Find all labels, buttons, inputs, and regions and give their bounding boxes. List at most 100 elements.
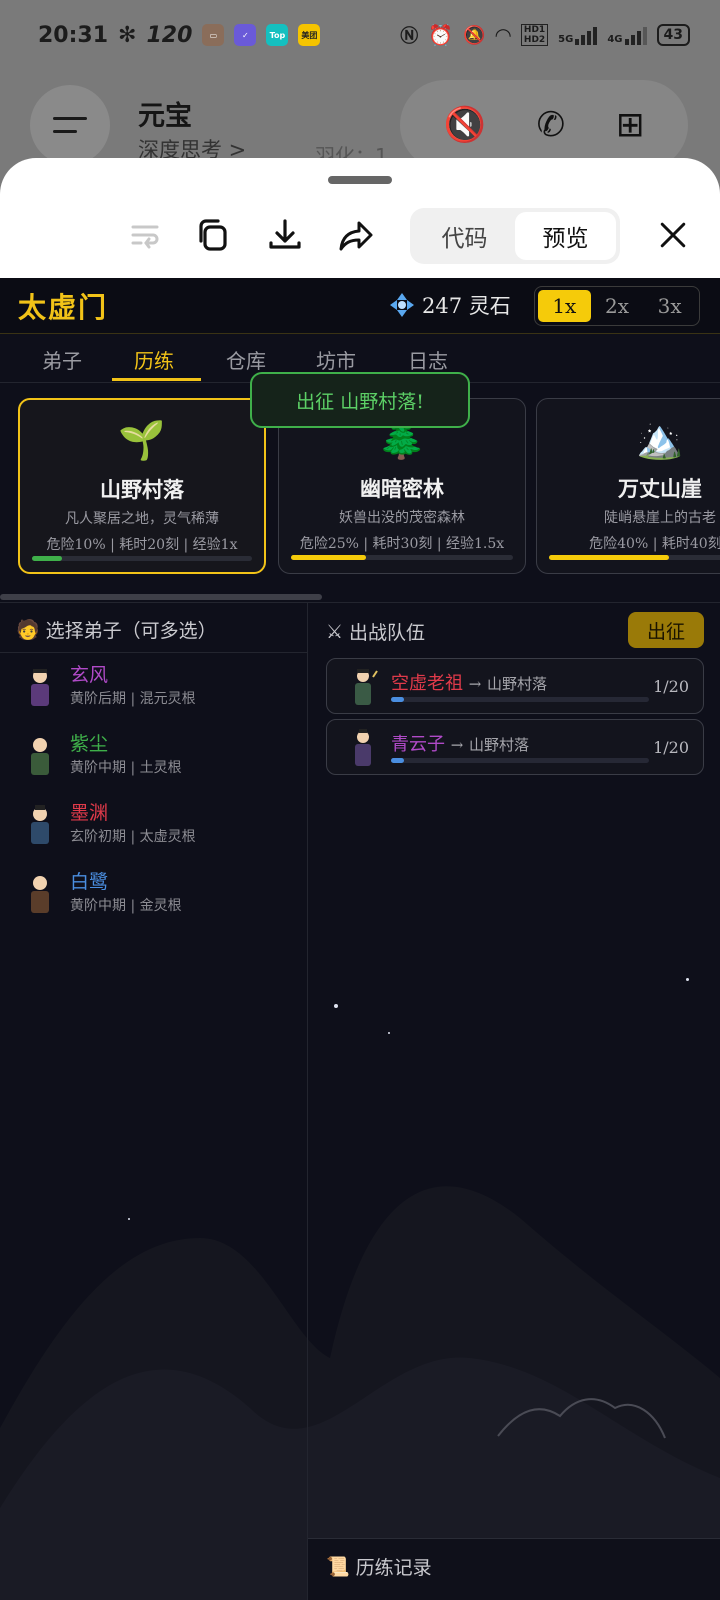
location-name: 万丈山崖 xyxy=(618,476,702,501)
dispatch-button[interactable]: 出征 xyxy=(628,612,704,648)
speed-2x[interactable]: 2x xyxy=(591,290,644,322)
speed-1x[interactable]: 1x xyxy=(538,290,591,322)
mute-speaker-icon[interactable]: 🔇 xyxy=(443,105,485,145)
bot-name: 元宝 xyxy=(138,101,192,132)
tab-preview[interactable]: 预览 xyxy=(515,212,616,260)
disciple-avatar-icon xyxy=(31,876,49,913)
task-app-icon: ✓ xyxy=(234,24,257,46)
download-icon xyxy=(269,219,301,249)
close-icon xyxy=(660,222,686,248)
disciple-name: 紫尘 xyxy=(70,733,109,755)
signal-bars-icon xyxy=(624,25,647,45)
wrap-lines-icon xyxy=(131,225,159,249)
active-tab-indicator xyxy=(112,378,201,381)
team-member-avatar-icon xyxy=(355,669,378,705)
game-header: 太虚门 247 灵石 1x 2x 3x xyxy=(0,278,720,334)
menu-icon xyxy=(53,117,87,120)
danger-bar xyxy=(32,556,252,561)
share-icon xyxy=(339,221,373,251)
gem-icon xyxy=(390,293,414,317)
disciple-item[interactable]: 紫尘 黄阶中期 | 土灵根 xyxy=(22,729,302,789)
disciple-info: 玄阶初期 | 太虚灵根 xyxy=(70,829,196,845)
sheet-drag-handle[interactable] xyxy=(328,176,392,184)
team-member-line: 青云子 → 山野村落 xyxy=(391,730,529,756)
team-destination: 山野村落 xyxy=(469,736,530,754)
menu-button[interactable] xyxy=(30,85,110,165)
preview-sheet: 代码 预览 太虚门 247 灵石 1x 2x 3x 弟子 历练 仓库 坊市 日志… xyxy=(0,158,720,1600)
arrow-icon: → xyxy=(450,736,464,754)
star xyxy=(686,978,689,981)
status-time: 20:31 xyxy=(38,22,109,48)
disciple-avatar-icon xyxy=(31,738,49,775)
spirit-stone-text: 247 灵石 xyxy=(422,294,511,318)
status-bar: 20:31 ✻ 120 ▭ ✓ Top 美团 Ⓝ ⏰ 🔕 ◠ HD1 HD2 5G… xyxy=(0,0,720,70)
signal-4g: 4G xyxy=(607,25,647,45)
copy-icon xyxy=(199,219,227,251)
location-name: 幽暗密林 xyxy=(360,476,444,501)
sect-name: 太虚门 xyxy=(18,291,109,324)
new-chat-icon[interactable]: ⊞ xyxy=(616,105,645,145)
copy-button[interactable] xyxy=(188,210,238,260)
disciple-item[interactable]: 玄风 黄阶后期 | 混元灵根 xyxy=(22,660,302,720)
alarm-icon: ⏰ xyxy=(428,23,454,47)
location-stats: 危险40% | 耗时40刻 | xyxy=(589,536,720,552)
disciple-item[interactable]: 墨渊 玄阶初期 | 太虚灵根 xyxy=(22,798,302,858)
location-card-cliff[interactable]: 🏔️ 万丈山崖 陡峭悬崖上的古老 危险40% | 耗时40刻 | xyxy=(536,398,720,574)
tab-training[interactable]: 历练 xyxy=(134,345,174,374)
tab-code[interactable]: 代码 xyxy=(414,212,515,260)
disciple-avatar-icon xyxy=(31,805,49,844)
team-member-avatar-icon xyxy=(355,729,371,766)
divider xyxy=(307,603,308,1600)
download-button[interactable] xyxy=(260,210,310,260)
share-button[interactable] xyxy=(332,210,382,260)
close-button[interactable] xyxy=(650,212,696,258)
disciple-name: 白鹭 xyxy=(70,871,109,893)
team-header: ⚔ 出战队伍 xyxy=(326,618,425,645)
divider xyxy=(0,652,307,653)
team-member-name: 空虚老祖 xyxy=(391,673,463,694)
team-progress-count: 1/20 xyxy=(653,738,689,757)
disciple-item[interactable]: 白鹭 黄阶中期 | 金灵根 xyxy=(22,867,302,927)
refresh-rate: 120 xyxy=(146,22,193,48)
tab-warehouse[interactable]: 仓库 xyxy=(226,345,266,374)
danger-bar xyxy=(291,555,513,560)
tab-disciples[interactable]: 弟子 xyxy=(42,345,82,374)
select-disciples-header: 🧑 选择弟子（可多选） xyxy=(16,616,217,643)
team-member-card[interactable]: 空虚老祖 → 山野村落 1/20 xyxy=(326,658,704,714)
arrow-icon: → xyxy=(468,675,482,693)
danger-bar-fill xyxy=(32,556,62,561)
speed-selector: 1x 2x 3x xyxy=(534,286,700,326)
location-scrollbar[interactable] xyxy=(0,594,322,600)
nfc-icon: Ⓝ xyxy=(400,26,419,47)
disciple-name: 玄风 xyxy=(70,664,109,686)
tab-log[interactable]: 日志 xyxy=(408,345,448,374)
mountain-icon: 🏔️ xyxy=(636,417,684,461)
location-stats: 危险25% | 耗时30刻 | 经验1.5x xyxy=(299,536,505,552)
location-desc: 凡人聚居之地，灵气稀薄 xyxy=(65,511,219,527)
meituan-app-icon: 美团 xyxy=(298,24,321,46)
select-disciples-label: 选择弟子（可多选） xyxy=(45,620,217,642)
tab-market[interactable]: 坊市 xyxy=(316,345,356,374)
team-destination: 山野村落 xyxy=(487,675,548,693)
wrap-lines-button[interactable] xyxy=(120,210,170,260)
team-member-line: 空虚老祖 → 山野村落 xyxy=(391,669,547,695)
team-member-name: 青云子 xyxy=(391,734,445,755)
signal-bars-icon xyxy=(575,25,598,45)
team-member-card[interactable]: 青云子 → 山野村落 1/20 xyxy=(326,719,704,775)
disciple-avatar-icon xyxy=(31,669,49,706)
phone-call-icon[interactable]: ✆ xyxy=(537,105,566,145)
location-card-mountain-village[interactable]: 🌱 山野村落 凡人聚居之地，灵气稀薄 危险10% | 耗时20刻 | 经验1x xyxy=(18,398,266,574)
scroll-icon: 📜 xyxy=(326,1556,350,1578)
hd-icon: HD1 HD2 xyxy=(520,24,549,46)
sheet-toolbar: 代码 预览 xyxy=(0,198,720,278)
fan-icon: ✻ xyxy=(118,22,137,48)
speed-3x[interactable]: 3x xyxy=(643,290,696,322)
training-log-panel[interactable]: 📜 历练记录 xyxy=(308,1538,720,1600)
mountain-background xyxy=(0,1186,720,1600)
team-progress-count: 1/20 xyxy=(653,677,689,696)
battery-indicator: 43 xyxy=(656,24,690,46)
cast-app-icon: ▭ xyxy=(202,24,225,46)
crossed-swords-icon: ⚔ xyxy=(326,620,344,643)
location-desc: 妖兽出没的茂密森林 xyxy=(339,510,465,526)
team-progress-fill xyxy=(391,758,404,763)
